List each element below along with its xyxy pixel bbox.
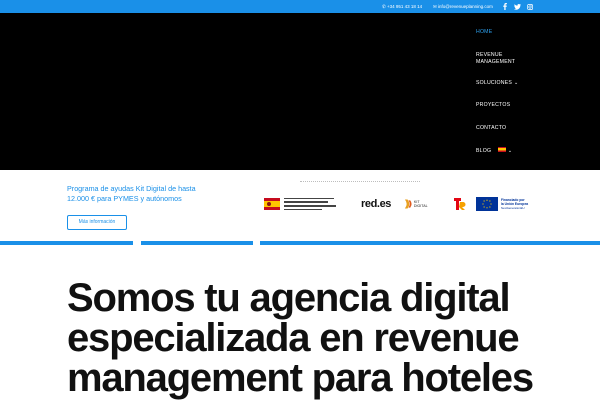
nav-label: REVENUE [476, 52, 503, 58]
nav-item-blog[interactable]: BLOG ⌄ [476, 147, 512, 155]
chevron-down-icon[interactable]: ⌄ [508, 148, 512, 155]
eu-funding-logo: Financiado por la Unión Europea NextGene… [476, 194, 534, 214]
funding-logos: red.es KIT DIGITAL Financiado por la Uni… [258, 194, 538, 214]
divider-segment [141, 241, 253, 245]
nav-label: PROYECTOS [476, 102, 511, 108]
eu-flag-icon [476, 197, 498, 211]
logos-caption-line [300, 181, 420, 184]
spain-flag-icon[interactable] [497, 147, 506, 152]
nav-item-revenue-management[interactable]: REVENUE MANAGEMENT [476, 52, 515, 66]
kit-digital-banner: Programa de ayudas Kit Digital de hasta … [0, 170, 600, 242]
kit-digital-text: KIT DIGITAL [413, 200, 428, 208]
ministry-text-logo [284, 194, 339, 214]
hero-title-line-2: especializada en revenue [67, 316, 520, 360]
email-contact[interactable]: ✉ info@revenueplanning.com [433, 0, 493, 13]
nav-item-soluciones[interactable]: SOLUCIONES ⌄ [476, 80, 518, 87]
section-divider [0, 241, 600, 245]
promo-text: Programa de ayudas Kit Digital de hasta … [67, 184, 196, 203]
divider-segment [0, 241, 133, 245]
site-header: HOME REVENUE MANAGEMENT SOLUCIONES ⌄ PROY… [0, 13, 600, 170]
instagram-icon[interactable] [526, 3, 533, 10]
eu-line-3: NextGenerationEU [501, 206, 525, 210]
nav-label: CONTACTO [476, 125, 507, 131]
facebook-icon[interactable] [501, 3, 508, 10]
chevron-down-icon: ⌄ [514, 80, 519, 86]
nav-label: BLOG [476, 148, 492, 154]
nav-item-home[interactable]: HOME [476, 29, 492, 36]
reds-logo-text: red.es [361, 198, 392, 210]
nav-item-contacto[interactable]: CONTACTO [476, 125, 506, 132]
phone-contact[interactable]: ✆ +34 951 43 18 14 [382, 0, 422, 13]
spain-government-logo [262, 194, 282, 214]
hero-title-line-1: Somos tu agencia digital [67, 276, 511, 320]
divider-segment [260, 241, 600, 245]
nav-label: HOME [476, 29, 493, 35]
recovery-plan-logo [454, 194, 468, 214]
hero-title-line-3: management para hoteles [67, 356, 534, 400]
nav-item-proyectos[interactable]: PROYECTOS [476, 102, 510, 109]
nav-label: SOLUCIONES [476, 80, 513, 86]
top-bar: ✆ +34 951 43 18 14 ✉ info@revenueplannin… [0, 0, 600, 13]
email-address: info@revenueplanning.com [438, 4, 493, 9]
page: ✆ +34 951 43 18 14 ✉ info@revenueplannin… [0, 0, 600, 400]
hero-section: Somos tu agencia digital especializada e… [67, 278, 537, 398]
eu-funding-text: Financiado por la Unión Europea NextGene… [501, 198, 528, 210]
reds-logo: red.es [361, 194, 391, 214]
nav-label-line2: MANAGEMENT [476, 59, 516, 65]
phone-number: +34 951 43 18 14 [387, 4, 423, 9]
more-info-button[interactable]: Más información [67, 215, 127, 230]
kit-digital-logo: KIT DIGITAL [404, 194, 432, 214]
twitter-icon[interactable] [513, 3, 521, 10]
